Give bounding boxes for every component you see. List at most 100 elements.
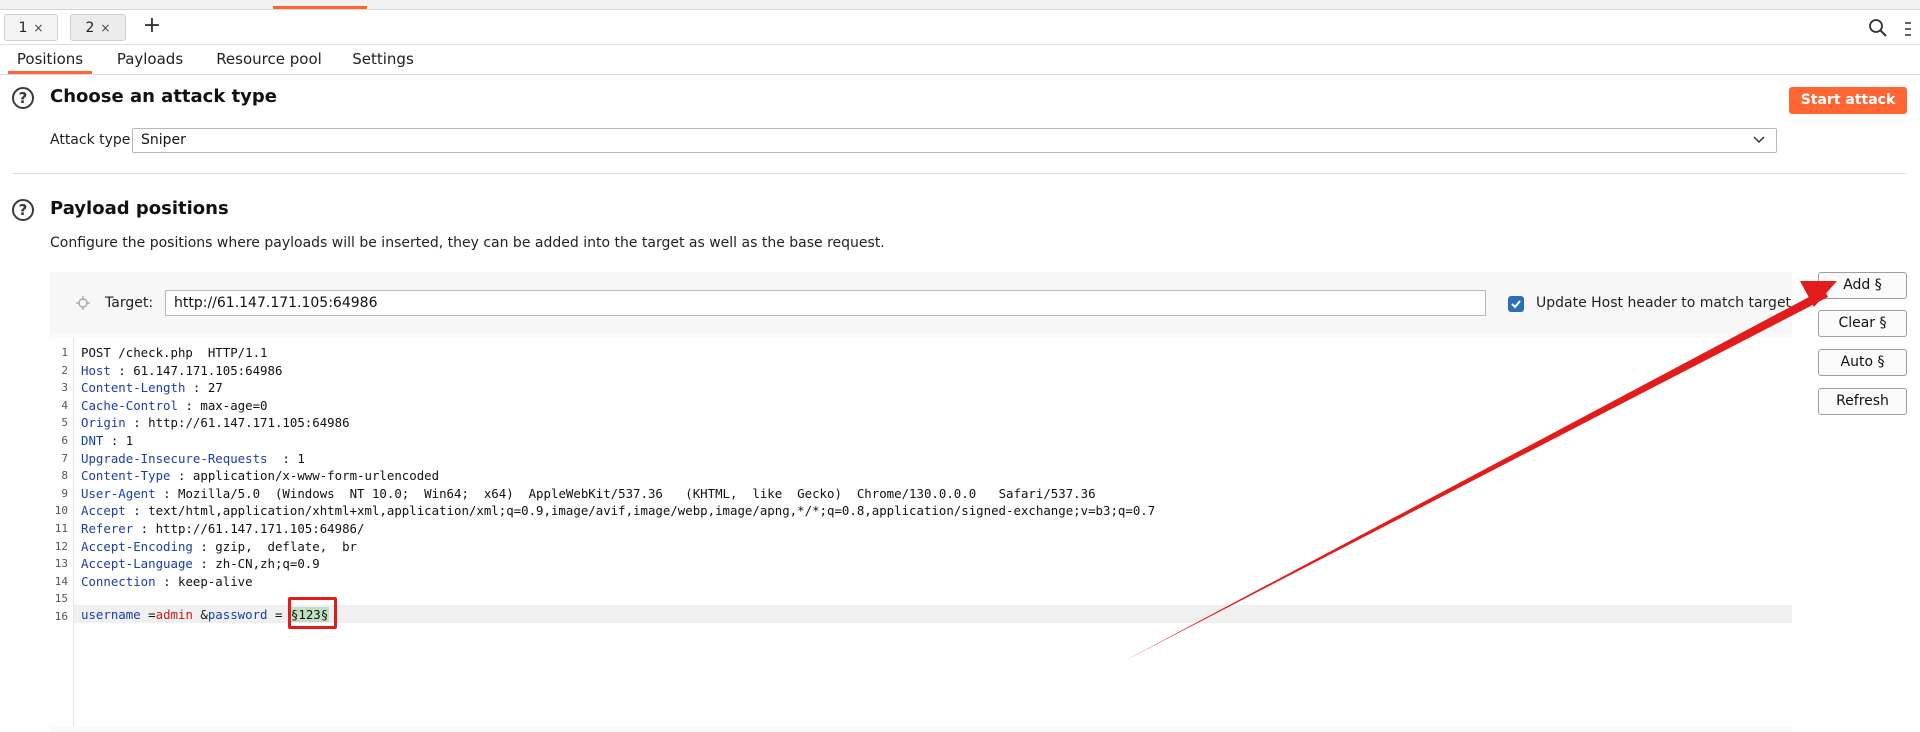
chevron-down-icon: [1753, 136, 1765, 144]
header-name: Referer: [81, 521, 134, 536]
line-number: 14: [54, 574, 68, 588]
header-name: DNT: [81, 433, 104, 448]
header-line[interactable]: Origin : http://61.147.171.105:64986: [81, 415, 350, 430]
top-tab-strip: [0, 0, 1920, 10]
header-value: : text/html,application/xhtml+xml,applic…: [125, 503, 1156, 519]
tab-resource-pool[interactable]: Resource pool: [210, 45, 328, 74]
header-line[interactable]: Accept-Language : zh-CN,zh;q=0.9: [81, 556, 320, 571]
header-name: Host: [81, 362, 111, 378]
annotation-highlight-box: [288, 597, 337, 629]
header-value: : http://61.147.171.105:64986/: [133, 521, 365, 536]
header-value: : http://61.147.171.105:64986: [125, 415, 350, 431]
target-url-input[interactable]: http://61.147.171.105:64986: [165, 290, 1486, 316]
start-attack-button[interactable]: Start attack: [1789, 87, 1907, 114]
tab-label: 2: [85, 20, 95, 36]
line-number: 10: [54, 504, 68, 518]
header-line[interactable]: DNT : 1: [81, 433, 133, 448]
attack-type-select[interactable]: Sniper: [132, 128, 1777, 153]
header-value: : Mozilla/5.0 (Windows NT 10.0; Win64; x…: [155, 485, 1096, 501]
param-name: password: [207, 607, 268, 622]
header-value: : keep-alive: [155, 573, 253, 589]
close-icon[interactable]: ×: [100, 21, 110, 35]
header-line[interactable]: Accept : text/html,application/xhtml+xml…: [81, 503, 1155, 518]
tab-label: 1: [18, 20, 28, 36]
line-number: 8: [61, 469, 68, 483]
header-name: Connection: [81, 573, 156, 589]
checkmark-icon: [1511, 300, 1521, 309]
header-line[interactable]: User-Agent : Mozilla/5.0 (Windows NT 10.…: [81, 486, 1096, 501]
header-value: : application/x-www-form-urlencoded: [170, 468, 440, 484]
line-number: 11: [54, 522, 68, 535]
line-number: 15: [54, 592, 68, 606]
line-number: 6: [61, 434, 68, 447]
header-value: : 1: [267, 450, 305, 466]
header-name: Accept: [81, 503, 126, 519]
help-icon[interactable]: ?: [12, 199, 34, 221]
intruder-subtabs: Positions Payloads Resource pool Setting…: [0, 45, 1920, 75]
header-line[interactable]: Accept-Encoding : gzip, deflate, br: [81, 539, 357, 554]
param-name: username: [81, 607, 141, 622]
attack-type-label: Attack type:: [50, 132, 136, 148]
update-host-label: Update Host header to match target: [1536, 295, 1792, 311]
line-number: 13: [54, 557, 68, 571]
line-number: 7: [61, 451, 68, 465]
attack-type-value: Sniper: [141, 132, 186, 148]
line-number: 9: [61, 486, 68, 500]
header-name: Accept-Encoding: [81, 538, 193, 554]
header-name: Content-Type: [81, 468, 171, 484]
line-number: 5: [61, 416, 68, 430]
line-number: 2: [61, 363, 68, 377]
update-host-checkbox[interactable]: [1508, 296, 1524, 312]
header-value: : 1: [103, 433, 134, 448]
header-value: : max-age=0: [177, 397, 268, 413]
line-number: 3: [61, 381, 68, 395]
intruder-tab-2[interactable]: 2 ×: [70, 14, 126, 41]
payload-positions-description: Configure the positions where payloads w…: [50, 235, 885, 251]
line-number: 4: [61, 398, 68, 412]
line-number: 1: [61, 346, 68, 359]
header-line[interactable]: Cache-Control : max-age=0: [81, 398, 268, 413]
tab-payloads[interactable]: Payloads: [110, 45, 190, 74]
refresh-button[interactable]: Refresh: [1818, 388, 1907, 415]
header-line[interactable]: Content-Length : 27: [81, 380, 223, 395]
header-value: : 27: [185, 380, 223, 396]
header-line[interactable]: Host : 61.147.171.105:64986: [81, 363, 282, 378]
header-value: : gzip, deflate, br: [192, 538, 358, 554]
section-divider: [12, 173, 1907, 174]
header-line[interactable]: Content-Type : application/x-www-form-ur…: [81, 468, 439, 483]
request-line[interactable]: POST /check.php HTTP/1.1: [81, 345, 268, 360]
auto-payload-markers-button[interactable]: Auto §: [1818, 349, 1907, 376]
tab-positions[interactable]: Positions: [8, 45, 92, 74]
payload-positions-title: Payload positions: [50, 198, 229, 219]
active-tool-indicator: [273, 6, 367, 9]
equals-sign: =: [140, 607, 156, 622]
line-number: 16: [54, 610, 68, 623]
intruder-tab-bar: 1 × 2 × +: [0, 10, 1920, 45]
help-icon[interactable]: ?: [12, 87, 34, 109]
new-tab-button[interactable]: +: [142, 14, 162, 40]
header-name: Upgrade-Insecure-Requests: [81, 450, 268, 466]
tab-settings[interactable]: Settings: [347, 45, 419, 74]
close-icon[interactable]: ×: [33, 21, 43, 35]
clear-payload-markers-button[interactable]: Clear §: [1818, 310, 1907, 337]
more-menu-icon[interactable]: [1903, 19, 1913, 39]
equals-sign: =: [267, 607, 290, 622]
param-value: admin: [155, 607, 193, 622]
target-crosshair-icon: [76, 296, 90, 310]
line-number: 12: [54, 539, 68, 553]
ampersand: &: [192, 607, 208, 622]
header-line[interactable]: Upgrade-Insecure-Requests : 1: [81, 451, 305, 466]
header-name: Accept-Language: [81, 556, 193, 572]
attack-type-title: Choose an attack type: [50, 86, 278, 107]
intruder-tab-1[interactable]: 1 ×: [4, 14, 58, 41]
header-name: Origin: [81, 415, 126, 431]
target-label: Target:: [105, 295, 154, 311]
header-name: User-Agent: [81, 485, 156, 501]
header-value: : zh-CN,zh;q=0.9: [192, 556, 320, 572]
header-line[interactable]: Connection : keep-alive: [81, 574, 253, 589]
header-name: Content-Length: [81, 380, 186, 396]
header-value: : 61.147.171.105:64986: [110, 362, 283, 378]
header-line[interactable]: Referer : http://61.147.171.105:64986/: [81, 521, 364, 536]
add-payload-marker-button[interactable]: Add §: [1818, 272, 1907, 299]
search-icon[interactable]: [1868, 18, 1888, 38]
